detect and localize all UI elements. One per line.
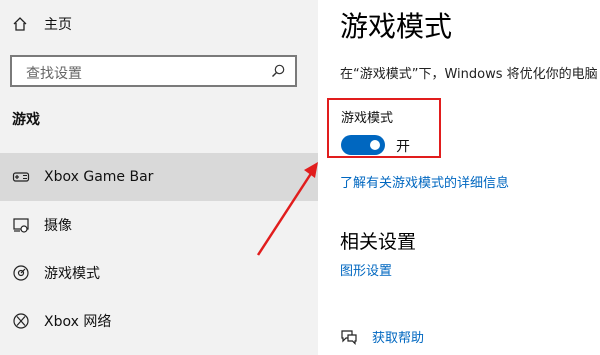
sidebar-item-label: Xbox 网络 (44, 314, 112, 330)
home-icon (13, 17, 27, 31)
page-title: 游戏模式 (340, 10, 453, 43)
search-input[interactable]: 查找设置 (10, 55, 297, 87)
home-nav-item[interactable]: 主页 (12, 12, 72, 36)
capture-icon (13, 218, 29, 233)
get-help-link[interactable]: 获取帮助 (372, 327, 424, 346)
game-mode-toggle-label: 游戏模式 (341, 111, 394, 126)
toggle-state-text: 开 (396, 139, 410, 155)
learn-more-link[interactable]: 了解有关游戏模式的详细信息 (340, 172, 509, 191)
game-mode-icon (13, 265, 29, 281)
graphics-settings-link[interactable]: 图形设置 (340, 260, 392, 279)
sidebar-item-label: 摄像 (44, 218, 72, 234)
sidebar-item-game-mode[interactable]: 游戏模式 (0, 249, 318, 297)
home-label: 主页 (44, 17, 72, 33)
game-bar-icon (12, 172, 30, 182)
sidebar-item-xbox-network[interactable]: Xbox 网络 (0, 297, 318, 345)
sidebar-item-capture[interactable]: 摄像 (0, 201, 318, 249)
settings-sidebar: 主页 查找设置 游戏 Xbox Game Bar 摄像 游戏模式 Xbox 网络 (0, 0, 318, 355)
page-description: 在“游戏模式”下，Windows 将优化你的电脑 (340, 67, 598, 82)
related-settings-title: 相关设置 (340, 231, 417, 253)
game-mode-toggle[interactable] (341, 135, 385, 155)
sidebar-item-label: Xbox Game Bar (44, 169, 154, 185)
search-placeholder: 查找设置 (26, 66, 82, 82)
search-icon[interactable] (271, 64, 285, 78)
toggle-knob (370, 140, 380, 150)
sidebar-item-xbox-game-bar[interactable]: Xbox Game Bar (0, 153, 318, 201)
xbox-icon (13, 313, 29, 329)
sidebar-item-label: 游戏模式 (44, 266, 100, 282)
help-icon (341, 329, 357, 345)
get-help-row[interactable]: 获取帮助 (340, 327, 424, 346)
section-title: 游戏 (12, 112, 40, 128)
